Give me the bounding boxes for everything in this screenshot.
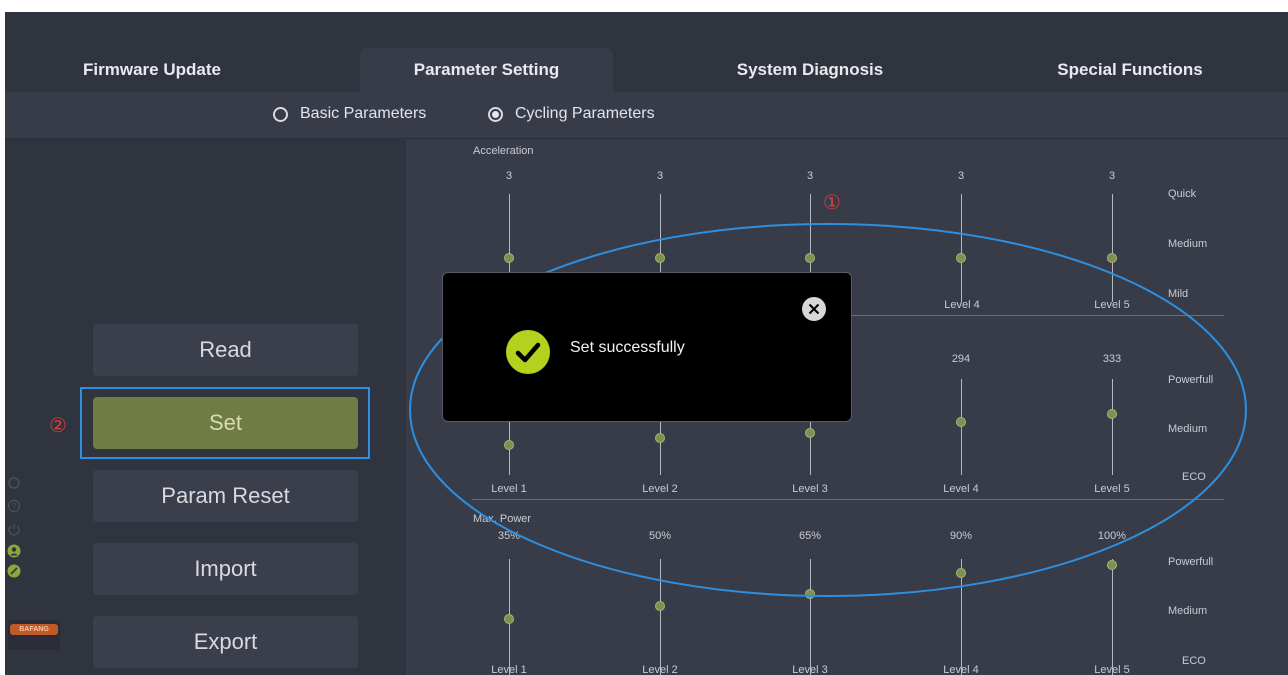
tab-system-diagnosis[interactable]: System Diagnosis (685, 48, 935, 92)
middle-value-5: 333 (1102, 353, 1122, 365)
radio-selected-icon (488, 106, 503, 122)
tab-firmware-update[interactable]: Firmware Update (27, 48, 277, 92)
settings-icon[interactable] (7, 476, 21, 490)
max-power-value-1: 35% (497, 530, 521, 542)
acceleration-slider-track-5 (1112, 194, 1113, 302)
middle-slider-knob-4[interactable] (956, 417, 966, 427)
middle-slider-knob-1[interactable] (504, 440, 514, 450)
dialog-message: Set successfully (570, 339, 685, 356)
left-panel: Read Set Param Reset Import Export ② (5, 139, 405, 675)
max-power-value-2: 50% (648, 530, 672, 542)
acceleration-scale-mild: Mild (1168, 288, 1189, 300)
max-power-slider-knob-1[interactable] (504, 614, 514, 624)
success-dialog: Set successfully (442, 272, 852, 422)
middle-slider-knob-5[interactable] (1107, 409, 1117, 419)
max-power-value-4: 90% (949, 530, 973, 542)
acceleration-slider-knob-2[interactable] (655, 253, 665, 263)
acceleration-value-2: 3 (656, 170, 664, 182)
radio-unselected-icon (273, 106, 288, 122)
annotation-marker-1: ① (823, 192, 841, 214)
middle-level-1: Level 1 (491, 483, 527, 495)
power-icon[interactable] (7, 522, 21, 536)
acceleration-scale-medium: Medium (1168, 238, 1208, 250)
max-power-slider-knob-2[interactable] (655, 601, 665, 611)
user-icon[interactable] (7, 544, 21, 558)
bafang-logo: BAFANG (10, 624, 58, 635)
middle-level-4: Level 4 (943, 483, 979, 495)
middle-level-3: Level 3 (792, 483, 828, 495)
max-power-slider-knob-4[interactable] (956, 568, 966, 578)
max-power-level-4: Level 4 (943, 664, 979, 675)
middle-slider-knob-2[interactable] (655, 433, 665, 443)
middle-slider-track-4 (961, 379, 962, 475)
middle-value-4: 294 (951, 353, 971, 365)
max-power-level-3: Level 3 (792, 664, 828, 675)
max-power-scale-medium: Medium (1168, 605, 1208, 617)
export-button[interactable]: Export (93, 616, 358, 668)
param-reset-button[interactable]: Param Reset (93, 470, 358, 522)
middle-slider-knob-3[interactable] (805, 428, 815, 438)
close-icon[interactable] (802, 297, 826, 321)
radio-basic-parameters[interactable]: Basic Parameters (273, 105, 426, 123)
acceleration-slider-knob-4[interactable] (956, 253, 966, 263)
help-icon[interactable]: ? (7, 499, 21, 513)
max-power-scale-eco: ECO (1182, 655, 1206, 667)
acceleration-value-3: 3 (806, 170, 814, 182)
max-power-level-5: Level 5 (1094, 664, 1130, 675)
radio-cycling-parameters[interactable]: Cycling Parameters (488, 105, 655, 123)
middle-level-5: Level 5 (1094, 483, 1130, 495)
max-power-scale-powerfull: Powerfull (1168, 556, 1214, 568)
acceleration-value-5: 3 (1108, 170, 1116, 182)
max-power-slider-knob-5[interactable] (1107, 560, 1117, 570)
max-power-level-1: Level 1 (491, 664, 527, 675)
annotation-set-box (80, 387, 370, 459)
success-check-icon (506, 330, 550, 374)
max-power-title: Max. Power (473, 513, 532, 525)
acceleration-slider-knob-3[interactable] (805, 253, 815, 263)
radio-basic-parameters-label: Basic Parameters (300, 105, 427, 122)
middle-scale-eco: ECO (1182, 471, 1206, 483)
import-button[interactable]: Import (93, 543, 358, 595)
read-button[interactable]: Read (93, 324, 358, 376)
acceleration-slider-track-4 (961, 194, 962, 302)
annotation-marker-2: ② (49, 415, 67, 437)
acceleration-slider-knob-5[interactable] (1107, 253, 1117, 263)
acceleration-value-4: 3 (957, 170, 965, 182)
tab-special-functions[interactable]: Special Functions (1005, 48, 1255, 92)
radio-cycling-parameters-label: Cycling Parameters (515, 105, 655, 122)
link-icon[interactable] (7, 564, 21, 578)
acceleration-title: Acceleration (473, 145, 534, 157)
max-power-slider-track-5 (1112, 559, 1113, 675)
middle-scale-powerfull: Powerfull (1168, 374, 1214, 386)
max-power-slider-track-3 (810, 559, 811, 675)
brand-logo-box: BAFANG (8, 620, 60, 650)
max-power-level-2: Level 2 (642, 664, 678, 675)
tab-parameter-setting[interactable]: Parameter Setting (360, 48, 613, 92)
subtab-bar: Basic Parameters Cycling Parameters (5, 92, 1288, 139)
max-power-slider-track-2 (660, 559, 661, 675)
max-power-slider-knob-3[interactable] (805, 589, 815, 599)
middle-level-2: Level 2 (642, 483, 678, 495)
acceleration-level-5: Level 5 (1094, 299, 1130, 311)
acceleration-value-1: 3 (505, 170, 513, 182)
acceleration-level-4: Level 4 (944, 299, 980, 311)
svg-text:?: ? (12, 502, 17, 511)
main-tab-bar: Firmware Update Parameter Setting System… (5, 12, 1288, 92)
acceleration-scale-quick: Quick (1168, 188, 1197, 200)
middle-scale-medium: Medium (1168, 423, 1208, 435)
section-divider-2 (472, 499, 1224, 500)
max-power-value-3: 65% (798, 530, 822, 542)
max-power-value-5: 100% (1097, 530, 1127, 542)
middle-slider-track-5 (1112, 379, 1113, 475)
acceleration-slider-knob-1[interactable] (504, 253, 514, 263)
